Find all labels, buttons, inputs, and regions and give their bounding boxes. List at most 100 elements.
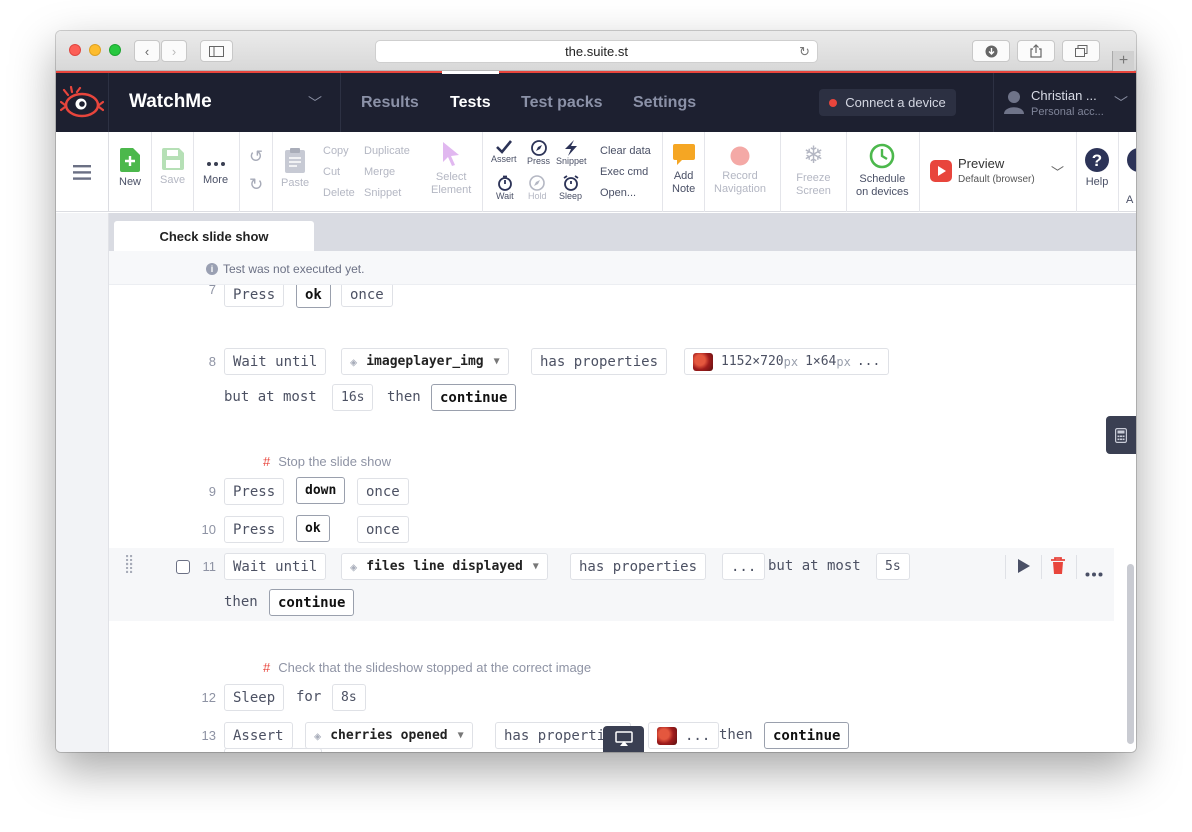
mode-token[interactable]: once — [357, 516, 409, 543]
preview-target: Default (browser) — [958, 174, 1035, 185]
new-tab-button[interactable]: + — [1112, 51, 1134, 71]
result-token[interactable]: continue — [764, 722, 850, 749]
sleep-command-button[interactable]: Sleep — [559, 175, 582, 201]
minimize-window-button[interactable] — [89, 44, 101, 56]
forward-button[interactable]: › — [161, 40, 187, 62]
undo-icon[interactable]: ↺ — [249, 147, 263, 167]
device-panel-toggle[interactable] — [1106, 416, 1136, 454]
user-menu[interactable]: Christian ... Personal acc... ﹀ — [993, 73, 1136, 132]
toolbar-cut-off-button[interactable]: A — [1119, 148, 1136, 208]
press-command-button[interactable]: Press — [527, 140, 550, 166]
redo-icon[interactable]: ↻ — [249, 175, 263, 195]
comment-line[interactable]: # Check that the slideshow stopped at the… — [263, 660, 591, 675]
duration-token[interactable]: 8s — [332, 684, 366, 711]
mode-token[interactable]: once — [357, 478, 409, 505]
hold-command-button[interactable]: Hold — [528, 175, 547, 201]
delete-button[interactable]: Delete — [323, 187, 355, 199]
element-selector[interactable]: ◈ imageplayer_img ▼ — [341, 348, 509, 375]
share-button[interactable] — [1017, 40, 1055, 62]
nav-tab-test-packs[interactable]: Test packs — [521, 73, 603, 132]
action-token[interactable]: Press — [224, 516, 285, 543]
sidebar-toggle-button[interactable] — [200, 40, 233, 62]
browser-window: ‹ › the.suite.st ↻ + WatchMe ﹀ Results T… — [56, 31, 1136, 752]
key-token[interactable]: down — [296, 477, 346, 504]
schedule-button[interactable]: Schedule on devices — [856, 143, 909, 199]
wait-command-button[interactable]: Wait — [496, 175, 514, 201]
action-token[interactable]: Sleep — [224, 684, 285, 711]
properties-token[interactable]: 1152×720 px 1×64 px ... — [684, 348, 890, 375]
condition-token[interactable]: has properties — [570, 553, 707, 580]
result-token[interactable]: continue — [269, 589, 355, 616]
assert-command-button[interactable]: Assert — [491, 140, 517, 164]
size-unit-2: px — [836, 354, 851, 369]
test-step-11[interactable]: ⠿ ⠿ 11 Wait until ◈ files line displayed … — [109, 548, 1114, 621]
nav-tab-results[interactable]: Results — [361, 73, 419, 132]
zoom-window-button[interactable] — [109, 44, 121, 56]
action-token[interactable]: Press — [224, 285, 285, 307]
sleep-label: Sleep — [559, 191, 583, 201]
snippet-button[interactable]: Snippet — [364, 187, 401, 199]
drag-handle-icon[interactable]: ⠿ ⠿ — [124, 554, 134, 576]
open-button[interactable]: Open... — [600, 187, 636, 199]
help-button[interactable]: ? Help — [1085, 148, 1109, 189]
timeout-token[interactable]: 5s — [876, 553, 910, 580]
key-token[interactable]: ok — [296, 515, 330, 542]
duplicate-button[interactable]: Duplicate — [364, 145, 410, 157]
result-token[interactable]: continue — [431, 384, 517, 411]
editor-scrollbar[interactable] — [1127, 564, 1134, 744]
save-button[interactable]: Save — [160, 148, 185, 187]
screen-cast-button[interactable] — [603, 726, 644, 752]
project-selector[interactable]: WatchMe ﹀ — [108, 73, 341, 132]
add-note-button[interactable]: Add Note — [672, 144, 695, 196]
element-selector[interactable]: ◈ cherries opened ▼ — [305, 722, 473, 749]
test-step-14-partial[interactable] — [224, 748, 322, 752]
line-number: 10 — [201, 522, 216, 537]
copy-button[interactable]: Copy — [323, 145, 349, 157]
more-dots-icon[interactable] — [1085, 564, 1103, 582]
clear-data-button[interactable]: Clear data — [600, 145, 651, 157]
freeze-screen-button[interactable]: ❄ Freeze Screen — [796, 144, 831, 198]
key-token[interactable]: ok — [296, 285, 331, 308]
preview-selector[interactable]: Preview Default (browser) ﹀ — [920, 132, 1077, 212]
connect-device-button[interactable]: Connect a device — [819, 89, 956, 116]
action-token[interactable]: Wait until — [224, 348, 327, 375]
tabs-overview-button[interactable] — [1062, 40, 1100, 62]
new-button[interactable]: New — [119, 148, 141, 189]
action-token[interactable]: Press — [224, 478, 285, 505]
timeout-token[interactable]: 16s — [332, 384, 374, 411]
menu-button[interactable] — [56, 132, 109, 212]
trash-icon[interactable] — [1050, 557, 1066, 579]
condition-token[interactable]: has properties — [531, 348, 668, 375]
more-button[interactable]: More — [203, 154, 228, 187]
select-element-button[interactable]: Select Element — [431, 141, 471, 197]
downloads-button[interactable] — [972, 40, 1010, 62]
comment-line[interactable]: # Stop the slide show — [263, 454, 391, 469]
test-step-7[interactable]: 7 Press ok once — [109, 285, 1114, 309]
element-selector[interactable]: ◈ files line displayed ▼ — [341, 553, 548, 580]
tab-check-slide-show[interactable]: Check slide show — [114, 221, 314, 251]
browser-chrome: ‹ › the.suite.st ↻ + — [56, 31, 1136, 71]
cut-button[interactable]: Cut — [323, 166, 340, 178]
press-label: Press — [527, 156, 551, 166]
merge-button[interactable]: Merge — [364, 166, 395, 178]
toolbar-group-schedule: Schedule on devices — [847, 132, 920, 212]
run-step-icon[interactable] — [1017, 558, 1031, 579]
paste-button[interactable]: Paste — [281, 148, 309, 190]
close-window-button[interactable] — [69, 44, 81, 56]
app-logo[interactable] — [56, 73, 108, 132]
address-bar[interactable]: the.suite.st ↻ — [375, 40, 818, 63]
action-token[interactable]: Assert — [224, 722, 293, 749]
snippet-command-button[interactable]: Snippet — [556, 140, 587, 166]
record-navigation-button[interactable]: Record Navigation — [714, 146, 766, 196]
nav-tab-tests[interactable]: Tests — [442, 71, 499, 132]
toolbar-group-commands: Assert Press Snippet Wait Hold Sleep Cle… — [483, 132, 663, 212]
size-unit: px — [783, 354, 799, 369]
nav-tab-settings[interactable]: Settings — [633, 73, 696, 132]
reload-icon[interactable]: ↻ — [799, 44, 810, 60]
action-token[interactable]: Wait until — [224, 553, 327, 580]
back-button[interactable]: ‹ — [134, 40, 160, 62]
properties-token[interactable]: ... — [648, 722, 720, 749]
properties-token[interactable]: ... — [722, 553, 766, 580]
exec-cmd-button[interactable]: Exec cmd — [600, 166, 648, 178]
mode-token[interactable]: once — [341, 285, 393, 307]
